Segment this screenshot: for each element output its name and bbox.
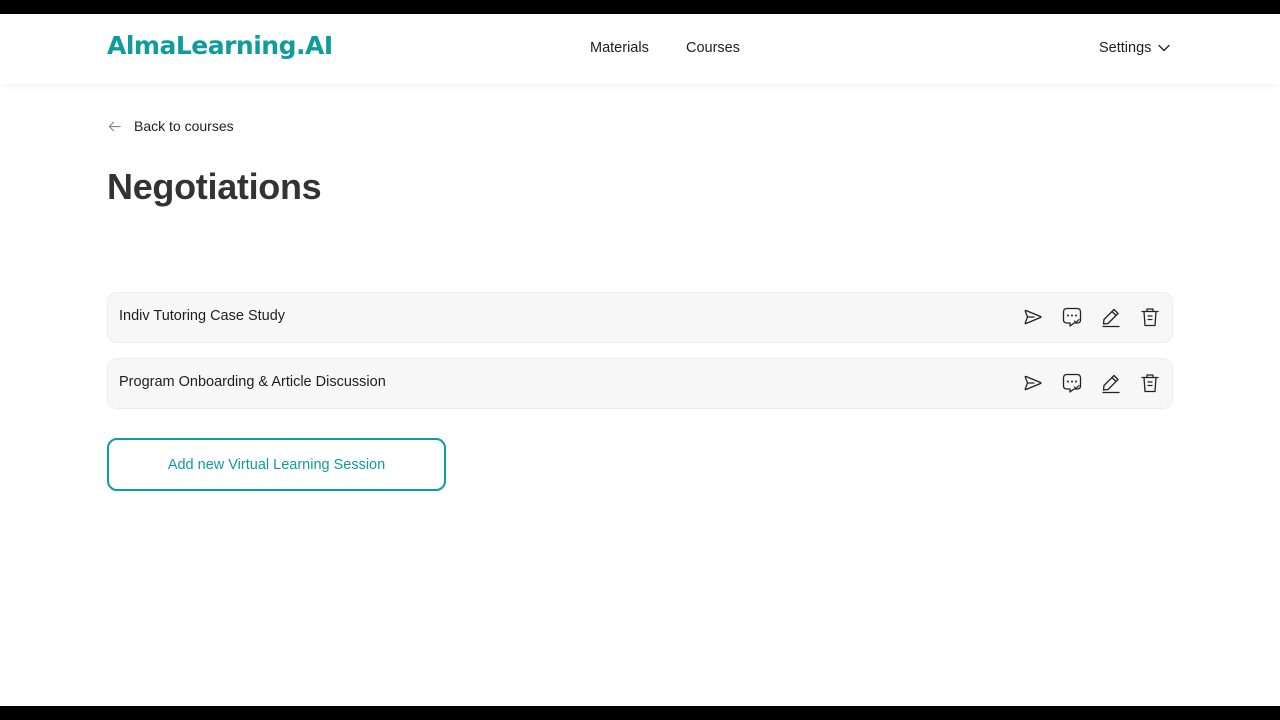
trash-icon [1141,308,1159,327]
play-icon [1024,375,1042,391]
row-actions [1022,306,1161,328]
row-actions [1022,372,1161,394]
edit-icon [1102,374,1120,394]
delete-session-button[interactable] [1139,372,1161,394]
settings-label: Settings [1099,40,1152,56]
back-to-courses-link[interactable]: Back to courses [107,118,234,134]
settings-menu[interactable]: Settings [1099,40,1171,56]
launch-session-button[interactable] [1022,306,1044,328]
arrow-left-icon [108,121,121,131]
review-chat-button[interactable] [1061,306,1083,328]
edit-session-button[interactable] [1100,306,1122,328]
add-session-button[interactable]: Add new Virtual Learning Session [107,438,446,491]
nav-materials[interactable]: Materials [590,40,649,56]
trash-icon [1141,374,1159,393]
app-window: AlmaLearning.AI Materials Courses Settin… [0,14,1280,706]
launch-session-button[interactable] [1022,372,1044,394]
brand-logo[interactable]: AlmaLearning.AI [107,31,333,60]
session-name: Indiv Tutoring Case Study [119,308,286,324]
nav-courses[interactable]: Courses [686,40,740,56]
chat-check-icon [1062,373,1082,393]
back-link-label: Back to courses [134,118,234,134]
page-title: Negotiations [107,166,322,207]
review-chat-button[interactable] [1061,372,1083,394]
edit-icon [1102,308,1120,328]
session-name: Program Onboarding & Article Discussion [119,374,386,390]
session-row[interactable]: Program Onboarding & Article Discussion [107,358,1173,409]
play-icon [1024,309,1042,325]
top-navbar: AlmaLearning.AI Materials Courses Settin… [0,14,1280,84]
chat-check-icon [1062,307,1082,327]
chevron-down-icon [1158,44,1171,52]
edit-session-button[interactable] [1100,372,1122,394]
session-row[interactable]: Indiv Tutoring Case Study [107,292,1173,343]
delete-session-button[interactable] [1139,306,1161,328]
